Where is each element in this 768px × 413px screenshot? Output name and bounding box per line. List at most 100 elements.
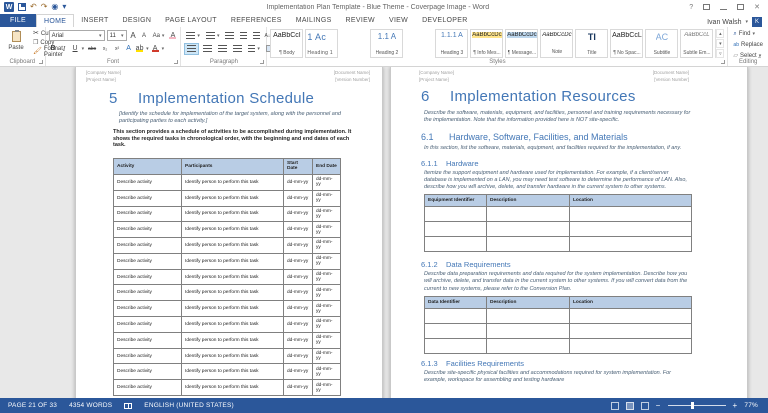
zoom-out-icon[interactable]: − — [656, 401, 661, 410]
font-color-button[interactable]: A — [151, 45, 160, 52]
table-cell[interactable]: Identify person to perform this task — [181, 331, 284, 349]
text-effects-button[interactable]: A — [124, 45, 133, 52]
table-cell[interactable]: Describe activity — [113, 300, 182, 318]
table-cell[interactable]: Identify person to perform this task — [181, 237, 284, 254]
document-page-21[interactable]: [Company Name] [Document Name] [Project … — [75, 67, 383, 398]
zoom-level[interactable]: 77% — [744, 402, 758, 409]
table-cell[interactable]: dd-mm-yy — [283, 347, 313, 365]
help-icon[interactable]: ? — [689, 4, 693, 11]
tab-references[interactable]: REFERENCES — [224, 14, 289, 27]
table-cell[interactable]: Describe activity — [113, 205, 182, 223]
heading-6-1-3[interactable]: 6.1.3 Facilities Requirements — [421, 359, 747, 368]
underline-button[interactable]: U — [71, 45, 80, 52]
restore-icon[interactable] — [737, 4, 745, 10]
style-item-message[interactable]: AaBbCcDc ¶ Message... — [505, 29, 539, 58]
table-cell[interactable]: Describe activity — [113, 379, 182, 397]
table-cell[interactable] — [424, 206, 487, 223]
style-item-info-mes[interactable]: AaBbCcDc ¶ Info Mes... — [470, 29, 504, 58]
table-cell[interactable]: Describe activity — [113, 237, 182, 254]
table-cell[interactable]: dd-mm-yy — [312, 205, 341, 223]
table-cell[interactable] — [424, 221, 487, 238]
table-cell[interactable]: dd-mm-yy — [283, 363, 313, 381]
font-size-combo[interactable]: 11 ▾ — [106, 30, 127, 41]
table-cell[interactable]: dd-mm-yy — [283, 316, 313, 333]
web-layout-icon[interactable] — [640, 401, 649, 410]
table-cell[interactable]: dd-mm-yy — [283, 221, 313, 239]
table-header-cell[interactable]: Equipment Identifier — [424, 194, 487, 208]
table-cell[interactable]: dd-mm-yy — [283, 331, 313, 349]
table-cell[interactable]: dd-mm-yy — [283, 379, 313, 397]
heading-6[interactable]: 6 Implementation Resources — [421, 88, 747, 105]
gallery-down-icon[interactable]: ▾ — [716, 39, 725, 48]
font-name-combo[interactable]: Arial ▾ — [48, 30, 105, 41]
table-cell[interactable]: dd-mm-yy — [312, 347, 341, 365]
table-cell[interactable]: dd-mm-yy — [283, 205, 313, 223]
grow-font-button[interactable]: A — [129, 31, 138, 40]
read-mode-icon[interactable] — [610, 401, 619, 410]
table-cell[interactable]: dd-mm-yy — [312, 300, 341, 318]
ribbon-display-options-icon[interactable] — [703, 4, 711, 10]
table-cell[interactable]: Describe activity — [113, 284, 182, 302]
instruction-note[interactable]: Describe data preparation requirements a… — [424, 271, 692, 293]
table-cell[interactable]: Identify person to perform this task — [181, 300, 284, 318]
table-cell[interactable]: dd-mm-yy — [312, 252, 341, 270]
justify-button[interactable] — [231, 43, 244, 55]
subscript-button[interactable]: x₂ — [100, 46, 110, 52]
table-header-cell[interactable]: Activity — [113, 157, 182, 175]
instruction-note[interactable]: Describe the software, materials, equipm… — [424, 110, 692, 124]
table-cell[interactable]: Identify person to perform this task — [181, 189, 284, 207]
body-paragraph[interactable]: This section provides a schedule of acti… — [113, 129, 352, 149]
style-item-note[interactable]: AaBbCcDc Note — [540, 29, 574, 58]
undo-icon[interactable]: ↶ — [30, 2, 37, 12]
table-cell[interactable] — [486, 307, 570, 324]
word-count[interactable]: 4354 WORDS — [69, 402, 112, 409]
instruction-note[interactable]: In this section, list the software, mate… — [424, 145, 692, 152]
table-cell[interactable] — [486, 337, 570, 354]
page-indicator[interactable]: PAGE 21 OF 33 — [8, 402, 57, 409]
table-cell[interactable]: Describe activity — [113, 252, 182, 270]
styles-dialog-launcher[interactable] — [721, 60, 726, 64]
table-cell[interactable] — [569, 307, 692, 324]
table-header-cell[interactable]: Start Date — [283, 157, 313, 175]
tab-file[interactable]: FILE — [0, 14, 36, 27]
tab-insert[interactable]: INSERT — [74, 14, 115, 27]
zoom-slider-thumb[interactable] — [690, 402, 694, 409]
save-icon[interactable] — [18, 2, 26, 12]
numbering-button[interactable]: ▾ — [204, 30, 222, 42]
table-cell[interactable]: Describe activity — [113, 331, 182, 349]
table-cell[interactable]: dd-mm-yy — [283, 173, 313, 191]
table-cell[interactable] — [486, 236, 570, 253]
table-cell[interactable]: Describe activity — [113, 347, 182, 365]
table-cell[interactable] — [424, 322, 487, 339]
find-button[interactable]: ⌕ Find ▾ — [731, 29, 765, 39]
table-cell[interactable]: dd-mm-yy — [283, 189, 313, 207]
table-header-cell[interactable]: Location — [569, 194, 692, 208]
table-cell[interactable] — [569, 206, 692, 223]
table-cell[interactable]: Identify person to perform this task — [181, 221, 284, 239]
table-cell[interactable]: Identify person to perform this task — [181, 284, 284, 302]
zoom-in-icon[interactable]: + — [733, 401, 738, 410]
clipboard-dialog-launcher[interactable] — [38, 60, 43, 64]
table-cell[interactable]: dd-mm-yy — [312, 363, 341, 381]
align-center-button[interactable] — [201, 43, 214, 55]
table-cell[interactable]: dd-mm-yy — [312, 189, 341, 207]
increase-indent-button[interactable] — [251, 30, 262, 42]
close-icon[interactable]: ✕ — [754, 4, 760, 11]
cut-button[interactable]: ✂ Cut — [31, 29, 50, 38]
instruction-note[interactable]: [Identify the schedule for implementatio… — [119, 111, 357, 125]
gallery-expand-icon[interactable]: ▿ — [716, 49, 725, 58]
copy-button[interactable]: ❐ Copy — [31, 38, 54, 47]
paragraph-dialog-launcher[interactable] — [260, 60, 265, 64]
table-cell[interactable] — [486, 221, 570, 238]
tab-design[interactable]: DESIGN — [116, 14, 159, 27]
table-header-cell[interactable]: Description — [486, 194, 570, 208]
highlight-color-button[interactable]: ab — [135, 45, 144, 52]
zoom-slider[interactable] — [667, 402, 726, 409]
collapse-ribbon-icon[interactable]: ⌃ — [757, 56, 762, 63]
replace-button[interactable]: ab Replace — [731, 40, 765, 50]
proofing-status[interactable] — [124, 402, 133, 409]
style-item-subtitle[interactable]: AC Subtitle — [645, 29, 679, 58]
line-spacing-button[interactable]: ▾ — [246, 43, 262, 55]
style-item-title[interactable]: TI Title — [575, 29, 609, 58]
table-cell[interactable]: Describe activity — [113, 189, 182, 207]
